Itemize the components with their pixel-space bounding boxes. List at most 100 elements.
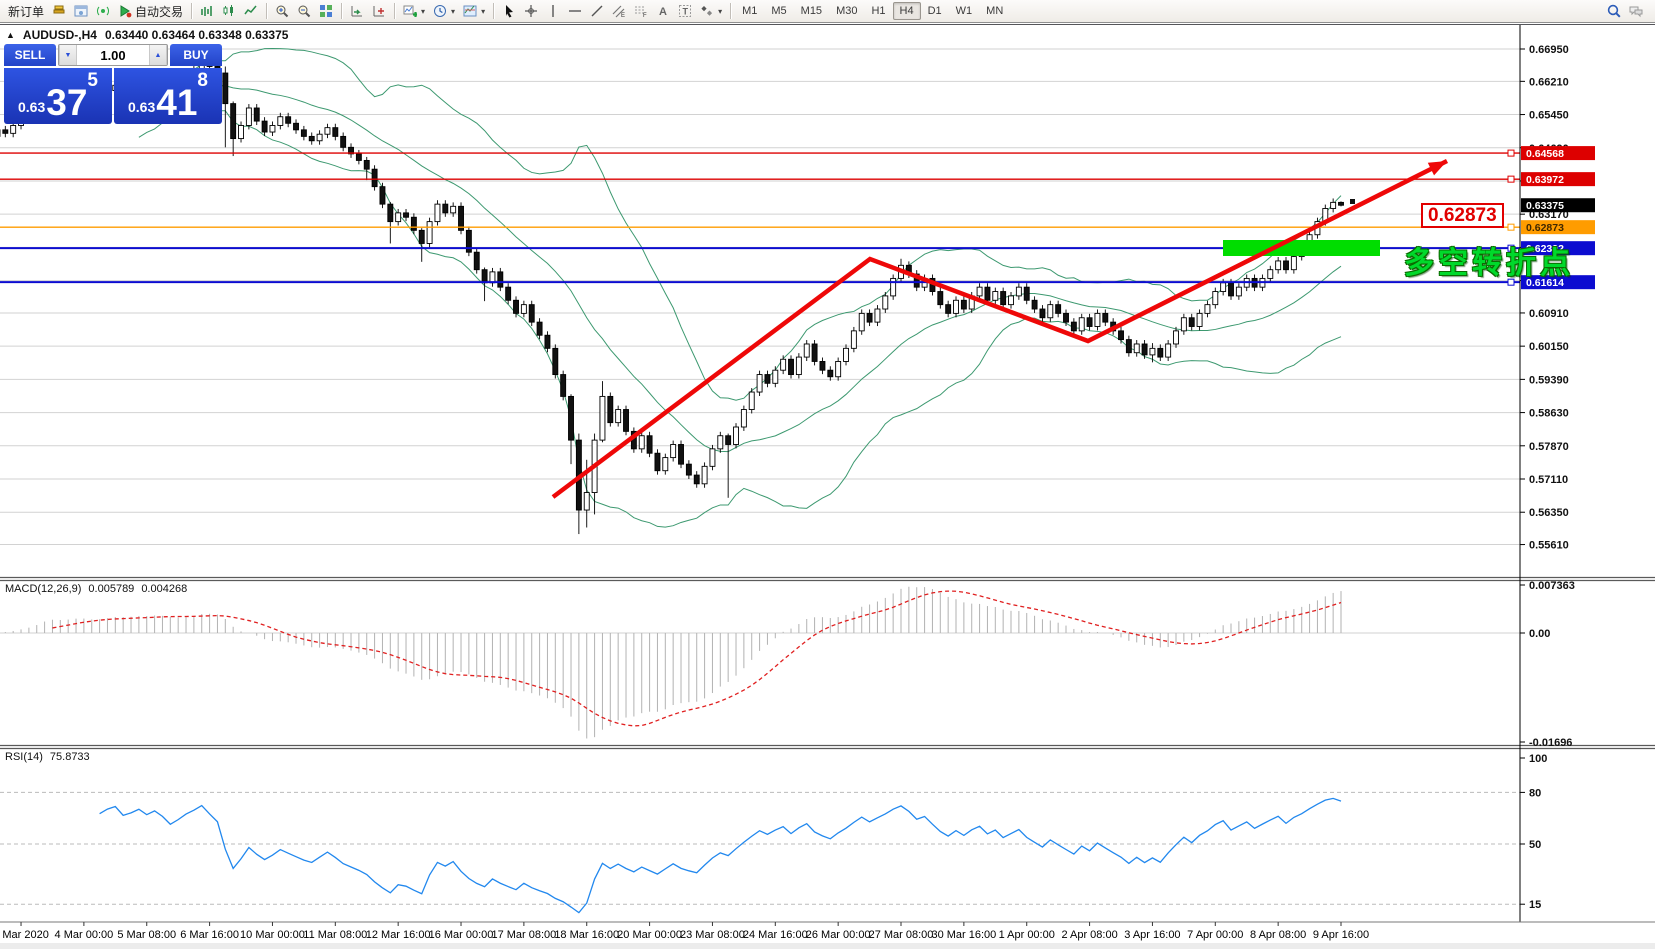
dropdown-caret-icon[interactable]: ▾	[718, 7, 722, 16]
sell-price-box[interactable]: 0.63375	[4, 68, 112, 124]
line-glyph	[244, 4, 258, 18]
line-chart-icon[interactable]	[240, 2, 262, 21]
template-chart-icon[interactable]: ▾	[459, 2, 489, 21]
buy-button[interactable]: BUY	[170, 44, 222, 66]
cursor-glyph	[502, 4, 516, 18]
svg-text:2 Apr 08:00: 2 Apr 08:00	[1061, 929, 1117, 941]
trendline-icon[interactable]	[586, 2, 608, 21]
svg-text:8 Apr 08:00: 8 Apr 08:00	[1250, 929, 1306, 941]
timeframe-mn-button[interactable]: MN	[979, 2, 1010, 20]
green-zone-rect[interactable]	[1223, 240, 1380, 256]
zoom-out-icon[interactable]	[293, 2, 315, 21]
tile-windows-icon[interactable]	[315, 2, 337, 21]
cn-annotation-text[interactable]: 多空转折点	[1404, 238, 1574, 282]
svg-text:0.66950: 0.66950	[1529, 44, 1569, 56]
symbol-header: ▲ AUDUSD-,H4 0.63440 0.63464 0.63348 0.6…	[6, 28, 288, 42]
vline-glyph	[546, 4, 560, 18]
symbol-ohlc: 0.63440 0.63464 0.63348 0.63375	[105, 28, 289, 42]
macd-value-1: 0.005789	[88, 583, 134, 595]
auto-scroll-icon[interactable]	[346, 2, 368, 21]
zoom-in-icon[interactable]	[271, 2, 293, 21]
svg-text:0.65450: 0.65450	[1529, 110, 1569, 122]
chat-icon[interactable]	[1625, 2, 1647, 21]
autotrading-button[interactable]: 自动交易	[114, 2, 187, 21]
buy-price-box[interactable]: 0.63418	[114, 68, 222, 124]
fibonacci-icon[interactable]: F	[630, 2, 652, 21]
svg-text:4 Mar 00:00: 4 Mar 00:00	[55, 929, 114, 941]
indicator-glyph	[403, 4, 417, 18]
volume-up-icon[interactable]: ▲	[149, 45, 167, 65]
sell-price-pip: 5	[87, 70, 98, 92]
channel-icon[interactable]: E	[608, 2, 630, 21]
symbol-title: AUDUSD-,H4	[23, 28, 97, 42]
template-glyph	[463, 4, 477, 18]
chart-shift-icon[interactable]	[368, 2, 390, 21]
svg-text:0.56350: 0.56350	[1529, 507, 1569, 519]
timeframe-m15-button[interactable]: M15	[794, 2, 829, 20]
volume-stepper[interactable]: ▼ 1.00 ▲	[58, 44, 168, 66]
object-anchor-marker[interactable]	[1350, 199, 1355, 204]
dropdown-caret-icon[interactable]: ▾	[481, 7, 485, 16]
dropdown-caret-icon[interactable]: ▾	[451, 7, 455, 16]
price-callout[interactable]: 0.62873	[1421, 203, 1504, 228]
svg-text:100: 100	[1529, 753, 1547, 765]
timeframe-m30-button[interactable]: M30	[829, 2, 864, 20]
svg-text:30 Mar 16:00: 30 Mar 16:00	[931, 929, 996, 941]
timeframe-h1-button[interactable]: H1	[864, 2, 892, 20]
label-icon[interactable]: T	[674, 2, 696, 21]
zoomin-glyph	[275, 4, 289, 18]
rsi-value: 75.8733	[50, 751, 90, 763]
timeframe-m5-button[interactable]: M5	[764, 2, 793, 20]
svg-text:0.63375: 0.63375	[1526, 200, 1564, 212]
svg-text:15: 15	[1529, 899, 1541, 911]
text-icon[interactable]: A	[652, 2, 674, 21]
candle-chart-icon[interactable]	[218, 2, 240, 21]
new-order-button[interactable]: 新订单	[4, 2, 48, 21]
svg-text:F: F	[643, 13, 647, 18]
textT-glyph: T	[678, 4, 692, 18]
bar-chart-icon[interactable]	[196, 2, 218, 21]
macd-value-2: 0.004268	[141, 583, 187, 595]
shapes-glyph	[700, 4, 714, 18]
timeframe-h4-button[interactable]: H4	[893, 2, 921, 20]
depth-glyph	[52, 4, 66, 18]
volume-down-icon[interactable]: ▼	[59, 45, 77, 65]
signals-icon[interactable]	[92, 2, 114, 21]
svg-text:0.63972: 0.63972	[1526, 174, 1564, 186]
buy-price-prefix: 0.63	[128, 99, 155, 115]
svg-text:16 Mar 00:00: 16 Mar 00:00	[429, 929, 494, 941]
search-icon[interactable]	[1603, 2, 1625, 21]
tline-glyph	[590, 4, 604, 18]
timeframe-m1-button[interactable]: M1	[735, 2, 764, 20]
sell-button[interactable]: SELL	[4, 44, 56, 66]
svg-text:0.58630: 0.58630	[1529, 408, 1569, 420]
svg-text:5 Mar 08:00: 5 Mar 08:00	[117, 929, 176, 941]
svg-text:0.64568: 0.64568	[1526, 148, 1564, 160]
play-glyph	[118, 4, 132, 18]
cursor-icon[interactable]	[498, 2, 520, 21]
shapes-icon[interactable]: ▾	[696, 2, 726, 21]
vertical-line-icon[interactable]	[542, 2, 564, 21]
search-glyph	[1607, 4, 1621, 18]
volume-field[interactable]: 1.00	[77, 45, 149, 65]
timeframe-d1-button[interactable]: D1	[921, 2, 949, 20]
toolbar-separator	[730, 3, 731, 19]
add-indicator-icon[interactable]: ▾	[399, 2, 429, 21]
dropdown-caret-icon[interactable]: ▾	[421, 7, 425, 16]
market-depth-icon[interactable]	[48, 2, 70, 21]
textA-glyph: A	[656, 4, 670, 18]
svg-text:26 Mar 00:00: 26 Mar 00:00	[806, 929, 871, 941]
candles-glyph	[222, 4, 236, 18]
timeframe-w1-button[interactable]: W1	[949, 2, 980, 20]
clock-glyph	[433, 4, 447, 18]
svg-text:9 Apr 16:00: 9 Apr 16:00	[1313, 929, 1369, 941]
crosshair-icon[interactable]	[520, 2, 542, 21]
chart-canvas[interactable]: 0.669500.662100.654500.646900.639300.631…	[0, 25, 1655, 949]
data-window-icon[interactable]	[70, 2, 92, 21]
collapse-panel-icon[interactable]: ▲	[6, 30, 15, 40]
horizontal-line-icon[interactable]	[564, 2, 586, 21]
svg-text:0.007363: 0.007363	[1529, 580, 1575, 592]
toolbar-separator	[341, 3, 342, 19]
period-clock-icon[interactable]: ▾	[429, 2, 459, 21]
svg-text:18 Mar 16:00: 18 Mar 16:00	[554, 929, 619, 941]
